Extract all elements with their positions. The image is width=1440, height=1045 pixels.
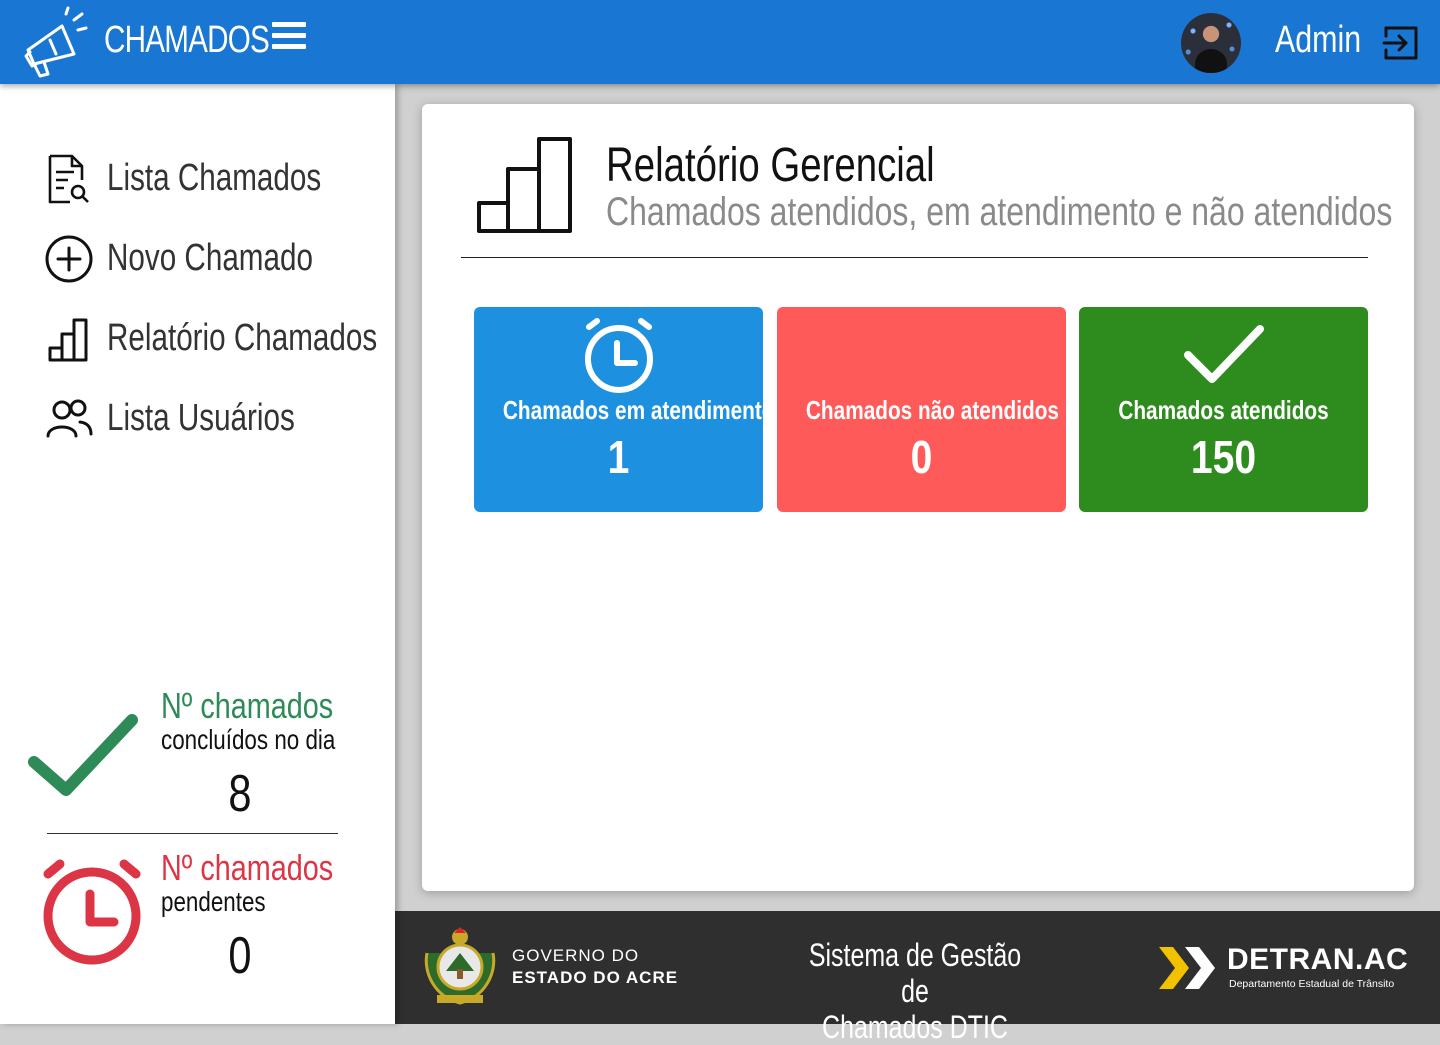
acre-state-seal-icon bbox=[424, 927, 496, 1005]
detran-logo: DETRAN.AC Departamento Estadual de Trâns… bbox=[1157, 941, 1417, 997]
detran-title: DETRAN.AC bbox=[1227, 943, 1409, 976]
sidebar-item-label: Lista Chamados bbox=[107, 157, 322, 199]
system-line-2: Chamados DTIC bbox=[822, 1009, 1008, 1045]
megaphone-icon bbox=[24, 6, 88, 78]
logout-icon[interactable] bbox=[1380, 22, 1422, 64]
card-em-atendimento[interactable]: Chamados em atendimento 1 bbox=[474, 307, 775, 512]
sidebar-item-label: Novo Chamado bbox=[107, 237, 313, 279]
sidebar-divider bbox=[47, 833, 338, 834]
page-subtitle: Chamados atendidos, em atendimento e não… bbox=[606, 190, 1393, 234]
sidebar-item-lista-chamados[interactable]: Lista Chamados bbox=[44, 150, 384, 206]
pending-title: Nº chamados bbox=[161, 847, 334, 888]
user-avatar[interactable] bbox=[1181, 13, 1241, 73]
sidebar-item-novo-chamado[interactable]: Novo Chamado bbox=[44, 230, 384, 286]
card-nao-atendidos[interactable]: Chamados não atendidos 0 bbox=[777, 307, 1066, 512]
card-value: 0 bbox=[910, 431, 933, 483]
sidebar-item-label: Lista Usuários bbox=[107, 397, 295, 439]
sidebar: Lista Chamados Novo Chamado Relatório Ch… bbox=[0, 84, 395, 1024]
card-label: Chamados não atendidos bbox=[805, 395, 1060, 425]
pending-value: 0 bbox=[228, 927, 252, 985]
user-name[interactable]: Admin bbox=[1275, 18, 1361, 62]
bar-chart-icon bbox=[477, 137, 572, 233]
page-title: Relatório Gerencial bbox=[606, 139, 935, 192]
card-value: 1 bbox=[607, 431, 630, 483]
system-name: Sistema de Gestão de Chamados DTIC bbox=[806, 937, 1024, 1045]
alarm-clock-icon bbox=[584, 318, 653, 393]
document-search-icon bbox=[48, 154, 89, 204]
detran-subtitle: Departamento Estadual de Trânsito bbox=[1229, 978, 1395, 990]
card-value: 150 bbox=[1190, 431, 1257, 483]
check-icon bbox=[28, 714, 138, 796]
app-title: CHAMADOS bbox=[104, 19, 270, 61]
completed-subtitle: concluídos no dia bbox=[161, 724, 336, 755]
report-card: Relatório Gerencial Chamados atendidos, … bbox=[422, 104, 1414, 891]
top-bar: CHAMADOS Admin bbox=[0, 0, 1440, 84]
card-label: Chamados atendidos bbox=[1118, 395, 1329, 425]
system-line-1: Sistema de Gestão de bbox=[808, 937, 1022, 1009]
bar-chart-icon bbox=[48, 318, 88, 362]
plus-circle-icon bbox=[45, 235, 93, 283]
double-chevron-icon bbox=[1159, 947, 1215, 989]
sidebar-item-lista-usuarios[interactable]: Lista Usuários bbox=[44, 390, 384, 446]
card-atendidos[interactable]: Chamados atendidos 150 bbox=[1079, 307, 1368, 512]
gov-line-1: GOVERNO DO bbox=[512, 946, 640, 965]
completed-value: 8 bbox=[228, 765, 252, 823]
card-label: Chamados em atendimento bbox=[502, 395, 775, 425]
gov-acre-text: GOVERNO DO ESTADO DO ACRE bbox=[512, 945, 678, 989]
header-divider bbox=[461, 257, 1368, 258]
sidebar-item-label: Relatório Chamados bbox=[107, 317, 378, 359]
users-icon bbox=[46, 399, 93, 438]
footer: GOVERNO DO ESTADO DO ACRE Sistema de Ges… bbox=[395, 911, 1440, 1045]
check-icon bbox=[1183, 325, 1264, 383]
alarm-clock-icon bbox=[43, 859, 141, 965]
sidebar-item-relatorio-chamados[interactable]: Relatório Chamados bbox=[44, 310, 384, 366]
completed-title: Nº chamados bbox=[161, 685, 334, 726]
hamburger-menu-icon[interactable] bbox=[272, 22, 306, 56]
pending-subtitle: pendentes bbox=[161, 886, 266, 917]
gov-line-2: ESTADO DO ACRE bbox=[512, 968, 679, 987]
